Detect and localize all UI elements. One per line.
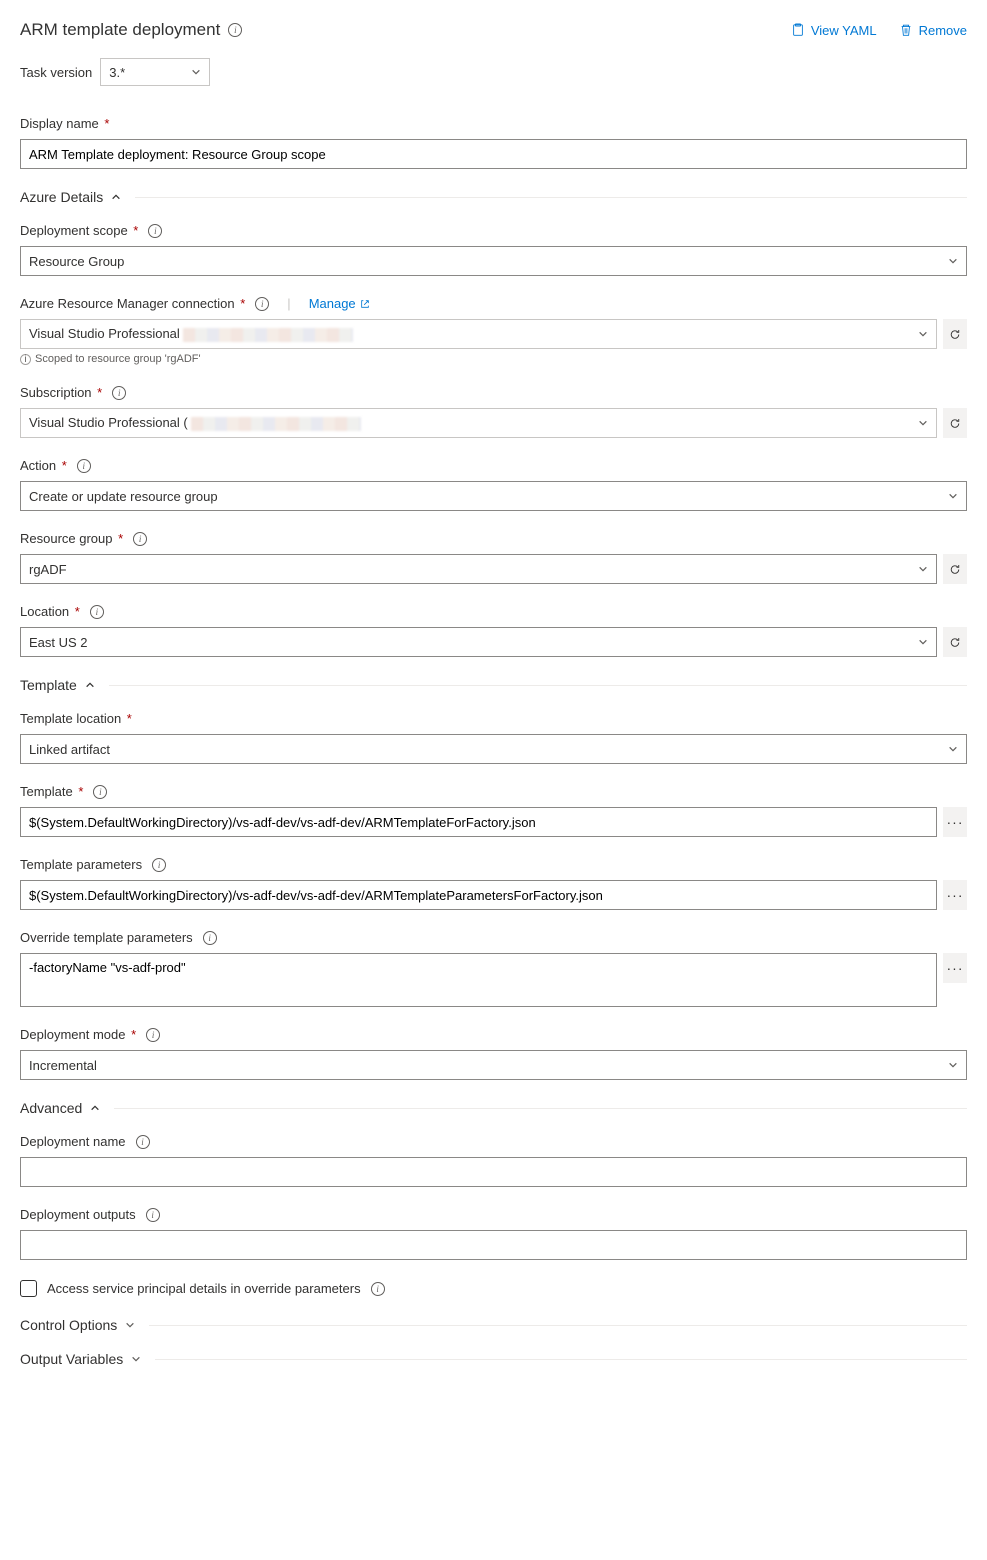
template-parameters-input[interactable] — [20, 880, 937, 910]
browse-button[interactable]: ··· — [943, 953, 967, 983]
display-name-input[interactable] — [20, 139, 967, 169]
deployment-mode-label: Deployment mode * — [20, 1027, 136, 1042]
redacted-text — [183, 328, 353, 342]
clipboard-icon — [791, 23, 805, 37]
chevron-down-icon — [918, 329, 928, 339]
task-version-label: Task version — [20, 65, 92, 80]
chevron-up-icon — [85, 680, 95, 690]
chevron-down-icon — [131, 1354, 141, 1364]
resource-group-select[interactable]: rgADF — [20, 554, 937, 584]
template-input[interactable] — [20, 807, 937, 837]
refresh-icon — [949, 327, 961, 342]
info-icon[interactable]: i — [93, 785, 107, 799]
external-link-icon — [360, 299, 370, 309]
template-parameters-label: Template parameters — [20, 857, 142, 872]
info-icon[interactable]: i — [112, 386, 126, 400]
task-version-select[interactable]: 3.* — [100, 58, 210, 86]
remove-button[interactable]: Remove — [899, 23, 967, 38]
refresh-icon — [949, 562, 961, 577]
resource-group-label: Resource group * — [20, 531, 123, 546]
chevron-down-icon — [918, 418, 928, 428]
access-sp-checkbox[interactable] — [20, 1280, 37, 1297]
redacted-text — [191, 417, 361, 431]
deployment-name-input[interactable] — [20, 1157, 967, 1187]
chevron-up-icon — [90, 1103, 100, 1113]
info-icon[interactable]: i — [77, 459, 91, 473]
arm-connection-label: Azure Resource Manager connection * — [20, 296, 245, 311]
info-icon[interactable]: i — [371, 1282, 385, 1296]
info-icon[interactable]: i — [148, 224, 162, 238]
info-small-icon: i — [20, 354, 31, 365]
info-icon[interactable]: i — [146, 1028, 160, 1042]
subscription-select[interactable]: Visual Studio Professional ( — [20, 408, 937, 438]
section-output-variables[interactable]: Output Variables — [20, 1351, 967, 1367]
deployment-outputs-input[interactable] — [20, 1230, 967, 1260]
info-icon[interactable]: i — [228, 23, 242, 37]
info-icon[interactable]: i — [136, 1135, 150, 1149]
override-parameters-input[interactable] — [20, 953, 937, 1007]
info-icon[interactable]: i — [133, 532, 147, 546]
page-title: ARM template deployment i — [20, 20, 242, 40]
deployment-mode-select[interactable]: Incremental — [20, 1050, 967, 1080]
browse-button[interactable]: ··· — [943, 880, 967, 910]
refresh-icon — [949, 416, 961, 431]
template-location-select[interactable]: Linked artifact — [20, 734, 967, 764]
chevron-up-icon — [111, 192, 121, 202]
access-sp-label: Access service principal details in over… — [47, 1281, 361, 1296]
chevron-down-icon — [948, 256, 958, 266]
chevron-down-icon — [191, 67, 201, 77]
ellipsis-icon: ··· — [947, 815, 964, 829]
section-advanced[interactable]: Advanced — [20, 1100, 967, 1116]
action-select[interactable]: Create or update resource group — [20, 481, 967, 511]
display-name-label: Display name * — [20, 116, 967, 131]
trash-icon — [899, 23, 913, 37]
refresh-button[interactable] — [943, 408, 967, 438]
section-azure-details[interactable]: Azure Details — [20, 189, 967, 205]
refresh-icon — [949, 635, 961, 650]
subscription-label: Subscription * — [20, 385, 102, 400]
ellipsis-icon: ··· — [947, 961, 964, 975]
template-label: Template * — [20, 784, 83, 799]
arm-connection-helper: i Scoped to resource group 'rgADF' — [20, 353, 967, 365]
browse-button[interactable]: ··· — [943, 807, 967, 837]
section-control-options[interactable]: Control Options — [20, 1317, 967, 1333]
refresh-button[interactable] — [943, 554, 967, 584]
deployment-outputs-label: Deployment outputs — [20, 1207, 136, 1222]
info-icon[interactable]: i — [203, 931, 217, 945]
location-select[interactable]: East US 2 — [20, 627, 937, 657]
template-location-label: Template location * — [20, 711, 132, 726]
info-icon[interactable]: i — [255, 297, 269, 311]
deployment-name-label: Deployment name — [20, 1134, 126, 1149]
ellipsis-icon: ··· — [947, 888, 964, 902]
deployment-scope-label: Deployment scope * — [20, 223, 138, 238]
title-text: ARM template deployment — [20, 20, 220, 40]
chevron-down-icon — [125, 1320, 135, 1330]
arm-connection-select[interactable]: Visual Studio Professional — [20, 319, 937, 349]
action-label: Action * — [20, 458, 67, 473]
deployment-scope-select[interactable]: Resource Group — [20, 246, 967, 276]
info-icon[interactable]: i — [90, 605, 104, 619]
info-icon[interactable]: i — [146, 1208, 160, 1222]
view-yaml-button[interactable]: View YAML — [791, 23, 877, 38]
section-template[interactable]: Template — [20, 677, 967, 693]
chevron-down-icon — [948, 491, 958, 501]
location-label: Location * — [20, 604, 80, 619]
manage-link[interactable]: Manage — [309, 296, 370, 311]
refresh-button[interactable] — [943, 319, 967, 349]
override-parameters-label: Override template parameters — [20, 930, 193, 945]
chevron-down-icon — [948, 1060, 958, 1070]
chevron-down-icon — [918, 637, 928, 647]
refresh-button[interactable] — [943, 627, 967, 657]
chevron-down-icon — [948, 744, 958, 754]
chevron-down-icon — [918, 564, 928, 574]
info-icon[interactable]: i — [152, 858, 166, 872]
